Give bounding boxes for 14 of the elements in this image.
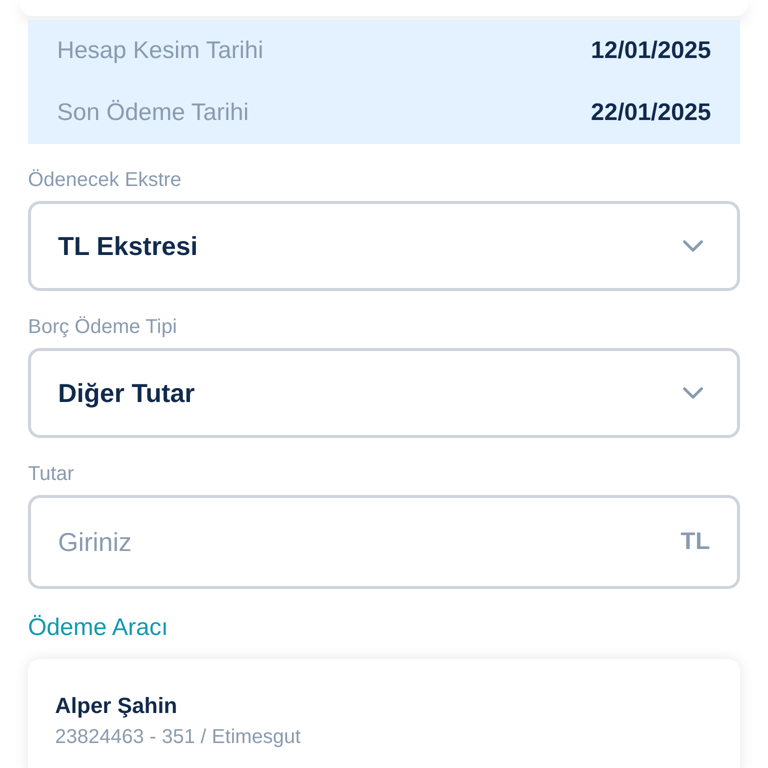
info-value: 22/01/2025 [590,98,711,128]
info-label: Son Ödeme Tarihi [57,98,249,128]
field-label: Tutar [28,462,75,486]
info-label: Hesap Kesim Tarihi [57,36,264,66]
dropdown[interactable]: Diğer Tutar [28,348,740,438]
field-label: Borç Ödeme Tipi [28,315,178,339]
dropdown[interactable]: TL Ekstresi [28,201,740,291]
account-detail: 23824463 - 351 / Etimesgut [55,725,302,749]
info-value: 12/01/2025 [590,36,711,66]
field-label: Ödenecek Ekstre [28,168,182,192]
currency-suffix: TL [680,528,710,556]
account-name: Alper Şahin [55,693,178,719]
section-title: Ödeme Aracı [28,614,168,641]
account-card[interactable]: Alper Şahin 23824463 - 351 / Etimesgut [28,659,740,768]
